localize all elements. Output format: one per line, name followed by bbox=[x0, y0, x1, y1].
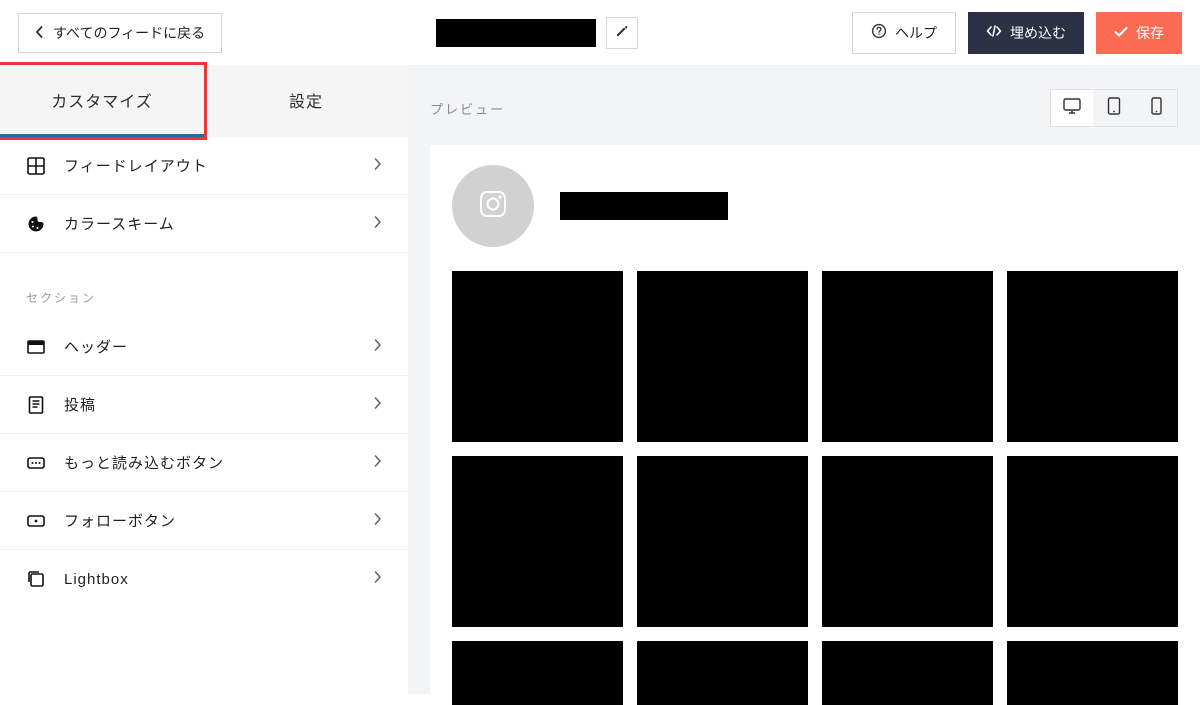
load-more-icon bbox=[26, 453, 46, 473]
pencil-icon bbox=[615, 24, 629, 41]
section-title: セクション bbox=[0, 253, 408, 318]
post-tile[interactable] bbox=[822, 456, 993, 627]
back-label: すべてのフィードに戻る bbox=[53, 23, 205, 43]
chevron-right-icon bbox=[374, 454, 382, 472]
chevron-right-icon bbox=[374, 570, 382, 588]
instagram-icon bbox=[476, 187, 510, 226]
sidebar-item-color-scheme[interactable]: カラースキーム bbox=[0, 195, 408, 253]
instagram-header bbox=[452, 165, 1178, 247]
preview-header: プレビュー bbox=[408, 89, 1200, 145]
help-button[interactable]: ヘルプ bbox=[852, 12, 956, 54]
sidebar-item-feed-layout[interactable]: フィードレイアウト bbox=[0, 137, 408, 195]
sidebar-item-label: フィードレイアウト bbox=[64, 155, 374, 176]
sidebar-list: フィードレイアウト カラースキーム セクション ヘッダー bbox=[0, 137, 408, 608]
follow-button-icon bbox=[26, 511, 46, 531]
preview-label: プレビュー bbox=[430, 99, 505, 118]
top-actions: ヘルプ 埋め込む 保存 bbox=[852, 12, 1182, 54]
chevron-left-icon bbox=[35, 25, 43, 41]
preview-card bbox=[430, 145, 1200, 705]
sidebar-item-label: 投稿 bbox=[64, 394, 374, 415]
device-desktop-button[interactable] bbox=[1051, 90, 1093, 126]
avatar bbox=[452, 165, 534, 247]
tabs: カスタマイズ 設定 bbox=[0, 65, 408, 137]
sidebar-item-posts[interactable]: 投稿 bbox=[0, 376, 408, 434]
tablet-icon bbox=[1107, 97, 1121, 120]
mobile-icon bbox=[1151, 97, 1162, 120]
embed-label: 埋め込む bbox=[1010, 23, 1066, 43]
post-tile[interactable] bbox=[637, 271, 808, 442]
post-tile[interactable] bbox=[1007, 641, 1178, 705]
tab-label: カスタマイズ bbox=[51, 88, 153, 112]
device-mobile-button[interactable] bbox=[1135, 90, 1177, 126]
tab-customize[interactable]: カスタマイズ bbox=[0, 65, 204, 137]
sidebar-item-load-more[interactable]: もっと読み込むボタン bbox=[0, 434, 408, 492]
post-tile[interactable] bbox=[822, 641, 993, 705]
sidebar-item-lightbox[interactable]: Lightbox bbox=[0, 550, 408, 608]
sidebar-item-label: ヘッダー bbox=[64, 336, 374, 357]
post-tile[interactable] bbox=[637, 456, 808, 627]
edit-title-button[interactable] bbox=[606, 17, 638, 49]
title-area bbox=[436, 17, 638, 49]
tab-settings[interactable]: 設定 bbox=[204, 65, 408, 137]
desktop-icon bbox=[1063, 98, 1081, 119]
username-redacted bbox=[560, 192, 728, 220]
post-tile[interactable] bbox=[452, 456, 623, 627]
help-label: ヘルプ bbox=[895, 23, 937, 43]
post-tile[interactable] bbox=[822, 271, 993, 442]
chevron-right-icon bbox=[374, 215, 382, 233]
header-icon bbox=[26, 337, 46, 357]
lightbox-icon bbox=[26, 569, 46, 589]
document-icon bbox=[26, 395, 46, 415]
chevron-right-icon bbox=[374, 338, 382, 356]
sidebar-item-label: フォローボタン bbox=[64, 510, 374, 531]
sidebar-item-follow-button[interactable]: フォローボタン bbox=[0, 492, 408, 550]
help-icon bbox=[871, 23, 887, 42]
palette-icon bbox=[26, 214, 46, 234]
chevron-right-icon bbox=[374, 512, 382, 530]
post-tile[interactable] bbox=[452, 641, 623, 705]
post-tile[interactable] bbox=[1007, 271, 1178, 442]
post-grid bbox=[452, 271, 1178, 705]
preview-area: プレビュー bbox=[408, 65, 1200, 694]
post-tile[interactable] bbox=[1007, 456, 1178, 627]
chevron-right-icon bbox=[374, 157, 382, 175]
sidebar-item-label: Lightbox bbox=[64, 571, 374, 588]
grid-icon bbox=[26, 156, 46, 176]
check-icon bbox=[1114, 25, 1128, 41]
chevron-right-icon bbox=[374, 396, 382, 414]
topbar: すべてのフィードに戻る ヘルプ 埋め込む 保存 bbox=[0, 0, 1200, 65]
feed-title-redacted bbox=[436, 19, 596, 47]
sidebar: カスタマイズ 設定 フィードレイアウト カラースキーム bbox=[0, 65, 408, 694]
sidebar-item-label: もっと読み込むボタン bbox=[64, 452, 374, 473]
sidebar-item-header[interactable]: ヘッダー bbox=[0, 318, 408, 376]
post-tile[interactable] bbox=[452, 271, 623, 442]
sidebar-item-label: カラースキーム bbox=[64, 213, 374, 234]
device-tablet-button[interactable] bbox=[1093, 90, 1135, 126]
post-tile[interactable] bbox=[637, 641, 808, 705]
back-button[interactable]: すべてのフィードに戻る bbox=[18, 13, 222, 53]
save-label: 保存 bbox=[1136, 23, 1164, 43]
code-icon bbox=[986, 24, 1002, 41]
save-button[interactable]: 保存 bbox=[1096, 12, 1182, 54]
embed-button[interactable]: 埋め込む bbox=[968, 12, 1084, 54]
main: カスタマイズ 設定 フィードレイアウト カラースキーム bbox=[0, 65, 1200, 694]
tab-label: 設定 bbox=[289, 88, 323, 112]
device-toggle bbox=[1050, 89, 1178, 127]
